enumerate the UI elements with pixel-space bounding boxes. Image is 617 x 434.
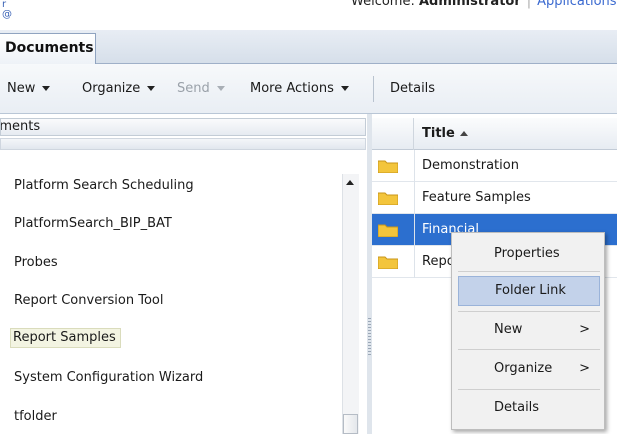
tree-item[interactable]: tfolder — [14, 409, 57, 424]
menu-separator — [458, 311, 600, 312]
menu-separator — [458, 271, 600, 272]
folder-tree-header: Documents — [0, 118, 366, 136]
folder-tree-header-label: Documents — [0, 119, 41, 134]
folder-tree-panel: Documents Platform Search Scheduling Pla… — [0, 114, 370, 434]
organize-menu-button[interactable]: Organize — [82, 81, 156, 96]
cell-divider — [414, 150, 415, 182]
list-row[interactable]: Demonstration — [372, 150, 617, 182]
tree-item[interactable]: Report Conversion Tool — [14, 293, 164, 308]
menu-separator — [458, 349, 600, 350]
menu-item-properties[interactable]: Properties — [458, 239, 600, 269]
chevron-down-icon — [42, 86, 51, 91]
header-divider: | — [526, 0, 532, 9]
cell-divider — [414, 214, 415, 246]
tab-documents[interactable]: Documents — [0, 33, 96, 64]
chevron-right-icon: > — [579, 361, 590, 376]
chevron-down-icon — [340, 86, 349, 91]
menu-item-organize-label: Organize — [494, 361, 553, 376]
header-link-b[interactable]: @ — [2, 10, 12, 20]
context-menu: Properties Folder Link New > Organize > … — [451, 232, 605, 430]
folder-icon — [378, 160, 398, 173]
tree-item[interactable]: Probes — [14, 255, 58, 270]
tree-item[interactable]: System Configuration Wizard — [14, 370, 203, 385]
tree-item[interactable]: Platform Search Scheduling — [14, 178, 194, 193]
scroll-up-icon[interactable] — [346, 180, 354, 185]
folder-icon — [378, 192, 398, 205]
title-column-header[interactable]: Title — [422, 126, 468, 141]
chevron-down-icon — [147, 86, 156, 91]
row-title: Demonstration — [422, 158, 519, 173]
menu-item-details[interactable]: Details — [458, 393, 600, 423]
cell-divider — [414, 246, 415, 278]
welcome-line: Welcome: Administrator | Applications — [351, 0, 617, 9]
menu-item-new[interactable]: New > — [458, 315, 600, 345]
tree-item[interactable]: PlatformSearch_BIP_BAT — [14, 216, 172, 231]
new-label: New — [7, 81, 36, 96]
details-button[interactable]: Details — [390, 81, 435, 96]
row-title: Feature Samples — [422, 190, 531, 205]
more-actions-menu-button[interactable]: More Actions — [250, 81, 349, 96]
list-header: Title — [372, 118, 617, 150]
icon-column-header — [372, 118, 414, 150]
top-header: r @ Welcome: Administrator | Applications — [0, 0, 617, 30]
menu-item-folder-link[interactable]: Folder Link — [458, 276, 600, 306]
chevron-right-icon: > — [579, 322, 590, 337]
organize-label: Organize — [82, 81, 141, 96]
splitter-grip-icon[interactable] — [368, 318, 371, 356]
welcome-text: Welcome: — [351, 0, 419, 9]
user-name: Administrator — [418, 0, 521, 9]
toolbar: New Organize Send More Actions Details — [0, 64, 617, 114]
chevron-down-icon — [216, 86, 225, 91]
menu-item-organize[interactable]: Organize > — [458, 354, 600, 384]
title-column-label: Title — [422, 126, 455, 141]
folder-tree-subheader — [0, 138, 366, 150]
toolbar-separator — [373, 76, 374, 102]
list-row[interactable]: Feature Samples — [372, 182, 617, 214]
applications-link[interactable]: Applications — [537, 0, 616, 9]
folder-icon — [378, 256, 398, 269]
send-menu-button[interactable]: Send — [177, 81, 225, 96]
menu-item-new-label: New — [494, 322, 523, 337]
sort-ascending-icon — [459, 131, 468, 136]
tree-item-selected[interactable]: Report Samples — [10, 328, 121, 348]
scrollbar-thumb[interactable] — [343, 414, 358, 434]
cell-divider — [414, 182, 415, 214]
tree-scrollbar[interactable] — [342, 174, 359, 434]
more-actions-label: More Actions — [250, 81, 334, 96]
send-label: Send — [177, 81, 210, 96]
new-menu-button[interactable]: New — [7, 81, 51, 96]
tab-bar: Documents — [0, 30, 617, 64]
folder-icon — [378, 224, 398, 237]
menu-separator — [458, 389, 600, 390]
